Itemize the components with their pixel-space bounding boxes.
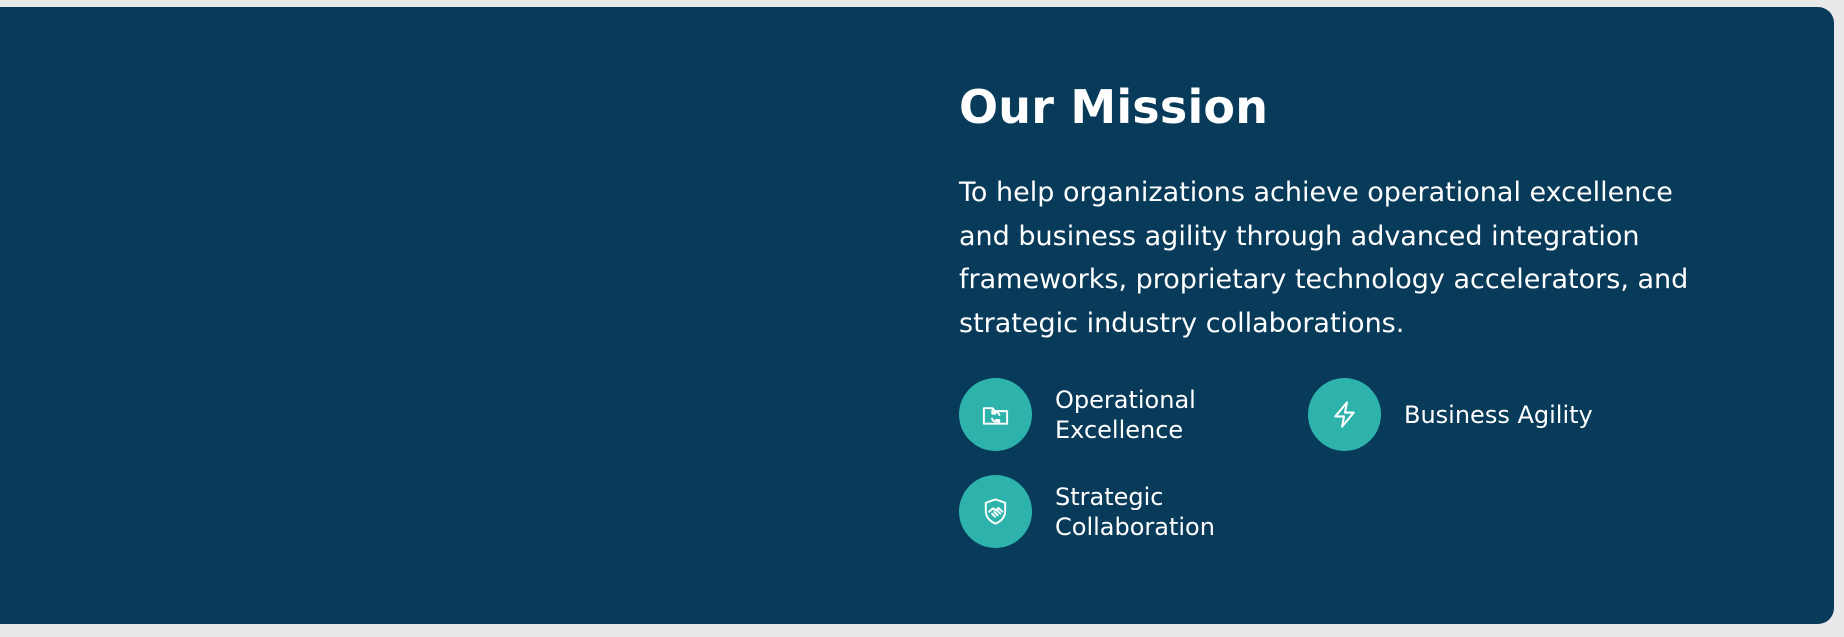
mission-content: Our Mission To help organizations achiev… [959,79,1759,548]
feature-label-business-agility: Business Agility [1404,400,1593,429]
mission-feature-list: Operational Excellence Business Agility [959,378,1719,548]
folder-sync-icon [982,407,1009,425]
feature-business-agility: Business Agility [1308,378,1593,451]
handshake-shield-icon [984,498,1007,525]
feature-operational-excellence: Operational Excellence [959,378,1308,451]
feature-label-operational-excellence: Operational Excellence [1055,385,1196,444]
business-agility-icon-badge [1308,378,1381,451]
feature-label-strategic-collaboration: Strategic Collaboration [1055,482,1215,541]
mission-description: To help organizations achieve operationa… [959,177,1689,339]
operational-excellence-icon-badge [959,378,1032,451]
mission-title: Our Mission [959,80,1269,134]
strategic-collaboration-icon-badge [959,475,1032,548]
mission-section: Our Mission To help organizations achiev… [0,7,1834,624]
lightning-bolt-icon [1334,401,1355,428]
feature-strategic-collaboration: Strategic Collaboration [959,475,1308,548]
